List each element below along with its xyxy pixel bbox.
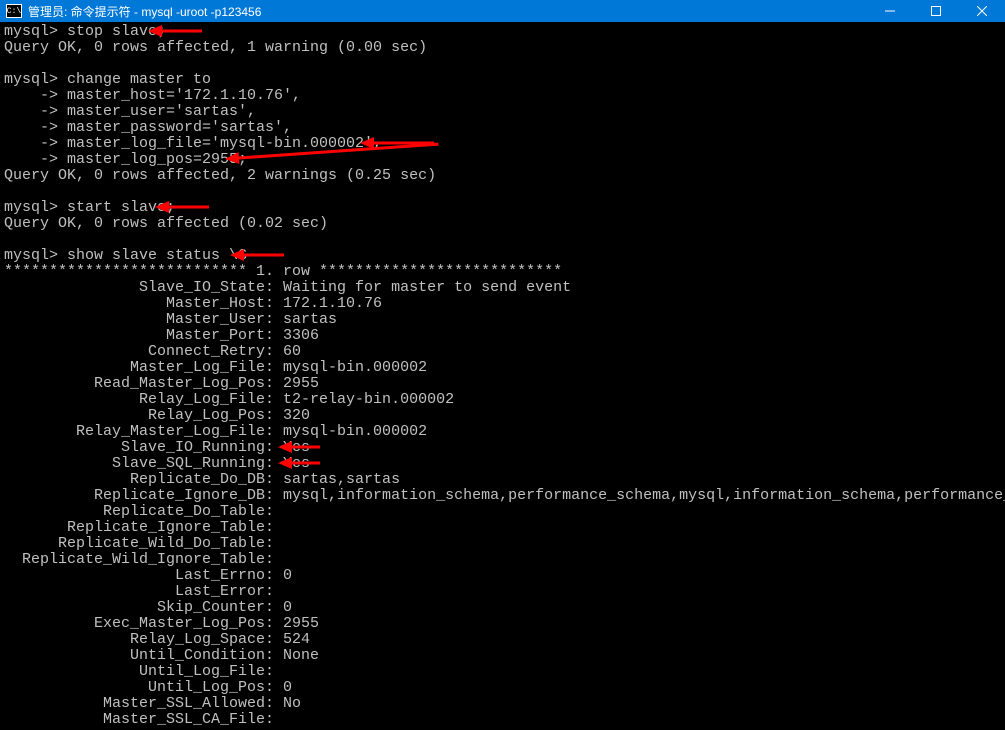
terminal-line: mysql> show slave status \G <box>4 248 1001 264</box>
terminal-line: Replicate_Do_Table: <box>4 504 1001 520</box>
terminal-line <box>4 184 1001 200</box>
terminal-line: Replicate_Ignore_DB: mysql,information_s… <box>4 488 1001 504</box>
terminal-line: -> master_log_pos=2955; <box>4 152 1001 168</box>
terminal-line: Replicate_Wild_Ignore_Table: <box>4 552 1001 568</box>
terminal-line: Last_Errno: 0 <box>4 568 1001 584</box>
terminal-line: Slave_SQL_Running: Yes <box>4 456 1001 472</box>
terminal-line: Until_Log_Pos: 0 <box>4 680 1001 696</box>
minimize-button[interactable] <box>867 0 913 22</box>
terminal-line: mysql> stop slave; <box>4 24 1001 40</box>
window-title: 管理员: 命令提示符 - mysql -uroot -p123456 <box>28 3 867 20</box>
terminal-line: -> master_password='sartas', <box>4 120 1001 136</box>
terminal-line: -> master_log_file='mysql-bin.000002', <box>4 136 1001 152</box>
terminal-line: Until_Log_File: <box>4 664 1001 680</box>
window-controls <box>867 0 1005 22</box>
terminal-line: Relay_Log_Space: 524 <box>4 632 1001 648</box>
terminal-line: Query OK, 0 rows affected, 1 warning (0.… <box>4 40 1001 56</box>
terminal-line: Read_Master_Log_Pos: 2955 <box>4 376 1001 392</box>
terminal-line: Relay_Master_Log_File: mysql-bin.000002 <box>4 424 1001 440</box>
terminal-line: Replicate_Wild_Do_Table: <box>4 536 1001 552</box>
window-titlebar: C:\ 管理员: 命令提示符 - mysql -uroot -p123456 <box>0 0 1005 22</box>
terminal-line: Slave_IO_Running: Yes <box>4 440 1001 456</box>
terminal-line <box>4 232 1001 248</box>
terminal-line: Replicate_Ignore_Table: <box>4 520 1001 536</box>
terminal-line: Slave_IO_State: Waiting for master to se… <box>4 280 1001 296</box>
terminal-line: *************************** 1. row *****… <box>4 264 1001 280</box>
cmd-icon: C:\ <box>6 4 22 18</box>
terminal-line: -> master_host='172.1.10.76', <box>4 88 1001 104</box>
terminal-line: Master_SSL_CA_File: <box>4 712 1001 728</box>
terminal-line: Master_Port: 3306 <box>4 328 1001 344</box>
terminal-line: mysql> start slave; <box>4 200 1001 216</box>
terminal-output[interactable]: mysql> stop slave;Query OK, 0 rows affec… <box>0 22 1005 730</box>
terminal-line: Last_Error: <box>4 584 1001 600</box>
terminal-line: Master_SSL_Allowed: No <box>4 696 1001 712</box>
terminal-line: -> master_user='sartas', <box>4 104 1001 120</box>
close-button[interactable] <box>959 0 1005 22</box>
terminal-line: Until_Condition: None <box>4 648 1001 664</box>
terminal-line: Master_User: sartas <box>4 312 1001 328</box>
terminal-line: mysql> change master to <box>4 72 1001 88</box>
terminal-line: Master_Host: 172.1.10.76 <box>4 296 1001 312</box>
terminal-line: Replicate_Do_DB: sartas,sartas <box>4 472 1001 488</box>
terminal-line: Master_Log_File: mysql-bin.000002 <box>4 360 1001 376</box>
terminal-line: Skip_Counter: 0 <box>4 600 1001 616</box>
terminal-line <box>4 56 1001 72</box>
terminal-line: Query OK, 0 rows affected (0.02 sec) <box>4 216 1001 232</box>
terminal-line: Relay_Log_File: t2-relay-bin.000002 <box>4 392 1001 408</box>
terminal-line: Relay_Log_Pos: 320 <box>4 408 1001 424</box>
terminal-line: Exec_Master_Log_Pos: 2955 <box>4 616 1001 632</box>
terminal-line: Connect_Retry: 60 <box>4 344 1001 360</box>
maximize-button[interactable] <box>913 0 959 22</box>
terminal-line: Query OK, 0 rows affected, 2 warnings (0… <box>4 168 1001 184</box>
